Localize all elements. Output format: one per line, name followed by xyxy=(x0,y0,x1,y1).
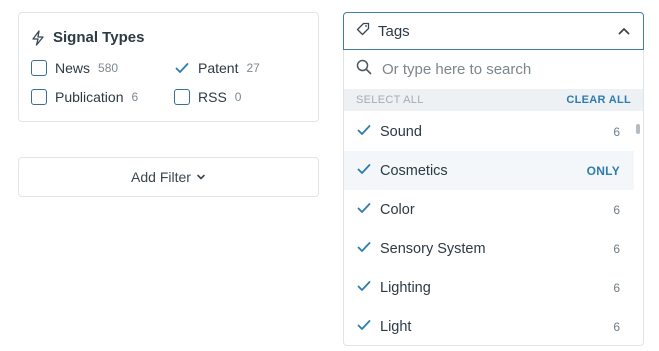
search-icon xyxy=(356,59,372,80)
option-label: RSS xyxy=(198,89,227,105)
tag-search-input[interactable] xyxy=(382,60,622,78)
tag-search-row xyxy=(344,50,643,88)
check-icon[interactable] xyxy=(357,201,371,219)
check-icon[interactable] xyxy=(357,318,371,336)
tag-count: 6 xyxy=(613,124,620,139)
select-clear-bar: SELECT ALL CLEAR ALL xyxy=(344,89,643,111)
select-all-button[interactable]: SELECT ALL xyxy=(356,94,424,106)
tag-count: 6 xyxy=(613,280,620,295)
option-count: 6 xyxy=(131,90,139,104)
publication-checkbox[interactable] xyxy=(31,89,47,105)
option-patent[interactable]: Patent 27 xyxy=(174,59,260,77)
tag-count: 6 xyxy=(613,241,620,256)
clear-all-button[interactable]: CLEAR ALL xyxy=(566,94,631,106)
option-label: Patent xyxy=(198,60,239,76)
tag-name: Color xyxy=(380,201,415,218)
tag-item-sensory-system[interactable]: Sensory System 6 xyxy=(344,229,634,268)
chevron-up-icon[interactable] xyxy=(617,24,631,38)
signal-types-panel: Signal Types News 580 Patent 27 Publicat… xyxy=(18,12,319,122)
check-icon[interactable] xyxy=(357,279,371,297)
tag-item-light[interactable]: Light 6 xyxy=(344,307,634,345)
scrollbar-thumb[interactable] xyxy=(636,124,640,134)
tag-count: 6 xyxy=(613,202,620,217)
check-icon[interactable] xyxy=(174,60,190,76)
tag-name: Lighting xyxy=(380,279,431,296)
tags-dropdown-panel: SELECT ALL CLEAR ALL Sound 6 Cosmetics O… xyxy=(343,50,644,346)
option-rss[interactable]: RSS 0 xyxy=(174,88,241,106)
chevron-down-icon xyxy=(196,168,206,186)
signal-types-title: Signal Types xyxy=(53,29,145,46)
tag-name: Sensory System xyxy=(380,240,486,257)
check-icon[interactable] xyxy=(357,162,371,180)
tag-name: Cosmetics xyxy=(380,162,448,179)
tags-label: Tags xyxy=(378,22,410,40)
tag-icon xyxy=(356,22,370,41)
option-count: 27 xyxy=(246,61,260,75)
tag-list: Sound 6 Cosmetics ONLY Color 6 Sensory S… xyxy=(344,112,634,345)
add-filter-label: Add Filter xyxy=(131,169,191,185)
bolt-icon xyxy=(31,29,45,46)
add-filter-button[interactable]: Add Filter xyxy=(18,157,319,197)
only-button[interactable]: ONLY xyxy=(587,164,620,178)
option-label: News xyxy=(55,60,91,76)
option-count: 0 xyxy=(234,90,242,104)
check-icon[interactable] xyxy=(357,123,371,141)
check-icon[interactable] xyxy=(357,240,371,258)
rss-checkbox[interactable] xyxy=(174,89,190,105)
option-count: 580 xyxy=(98,61,119,75)
option-publication[interactable]: Publication 6 xyxy=(31,88,138,106)
signal-types-heading: Signal Types xyxy=(31,29,144,46)
tag-item-cosmetics[interactable]: Cosmetics ONLY xyxy=(344,151,634,190)
news-checkbox[interactable] xyxy=(31,60,47,76)
tag-item-sound[interactable]: Sound 6 xyxy=(344,112,634,151)
tag-name: Light xyxy=(380,318,412,335)
option-news[interactable]: News 580 xyxy=(31,59,118,77)
tag-item-color[interactable]: Color 6 xyxy=(344,190,634,229)
tags-dropdown-toggle[interactable]: Tags xyxy=(343,12,644,50)
tag-count: 6 xyxy=(613,319,620,334)
tag-item-lighting[interactable]: Lighting 6 xyxy=(344,268,634,307)
option-label: Publication xyxy=(55,89,124,105)
tag-name: Sound xyxy=(380,123,422,140)
